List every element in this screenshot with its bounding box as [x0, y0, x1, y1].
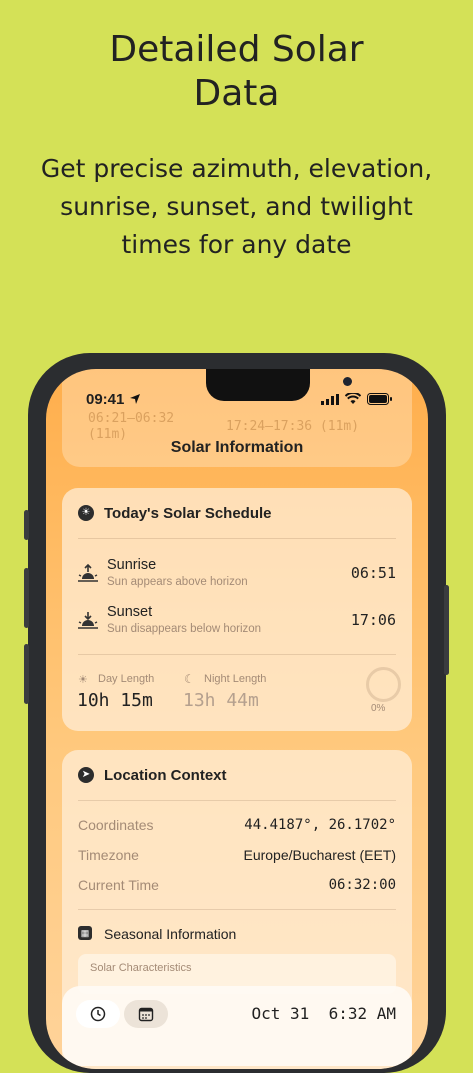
front-camera: [343, 377, 352, 386]
day-progress-ring: [366, 667, 401, 702]
calendar-badge-icon: ▦: [78, 926, 92, 940]
location-arrow-icon: [129, 394, 140, 404]
page-title: Solar Information: [170, 439, 304, 456]
current-time-label: Current Time: [78, 877, 159, 893]
promo-subline: Get precise azimuth, elevation, sunrise,…: [40, 154, 433, 259]
date-time-display[interactable]: Oct 31 6:32 AM: [252, 1004, 397, 1023]
sun-badge-icon: ☀: [78, 505, 94, 521]
night-length-label: Night Length: [204, 673, 267, 685]
timezone-label: Timezone: [78, 847, 139, 863]
day-length-value: 10h 15m: [77, 690, 153, 711]
day-progress-label: 0%: [371, 703, 386, 714]
current-time-value: 06:32:00: [328, 877, 396, 893]
event-time: 17:06: [350, 611, 396, 629]
schedule-title: Today's Solar Schedule: [104, 505, 272, 522]
divider: [78, 909, 396, 910]
sun-small-icon: ☀: [78, 674, 88, 686]
status-time: 09:41: [86, 391, 141, 408]
divider: [78, 800, 396, 801]
notch: [206, 369, 352, 401]
seasonal-title: Seasonal Information: [104, 926, 237, 942]
event-description: Sun disappears below horizon: [107, 623, 262, 635]
coordinates-label: Coordinates: [78, 817, 154, 833]
coordinates-value: 44.4187°, 26.1702°: [244, 817, 396, 833]
moon-icon: ☾: [184, 672, 195, 686]
calendar-icon: [138, 1007, 154, 1022]
location-arrow-badge-icon: ➤: [78, 767, 94, 783]
divider: [78, 538, 396, 539]
sunrise-icon: [78, 563, 98, 582]
location-title: Location Context: [104, 767, 227, 784]
volume-down-button: [24, 644, 29, 704]
day-length-label: Day Length: [98, 673, 155, 685]
event-name: Sunset: [107, 604, 153, 620]
event-time: 06:51: [350, 564, 396, 582]
promo-headline: Detailed Solar Data: [109, 29, 364, 114]
status-icons: [321, 393, 392, 405]
wifi-icon: [345, 393, 361, 404]
ghost-right-times: 17:24–17:36 (11m): [226, 419, 360, 434]
cellular-signal-icon: [321, 393, 339, 405]
event-name: Sunrise: [107, 557, 157, 573]
timezone-value: Europe/Bucharest (EET): [243, 847, 396, 863]
event-description: Sun appears above horizon: [107, 576, 248, 588]
seasonal-subtitle: Solar Characteristics: [90, 962, 192, 974]
mute-switch: [24, 510, 29, 540]
power-button: [444, 585, 449, 675]
clock-icon: [90, 1006, 106, 1022]
volume-up-button: [24, 568, 29, 628]
solar-schedule-card: ☀ Today's Solar Schedule Sunrise Sun app…: [62, 488, 412, 731]
night-length-value: 13h 44m: [183, 690, 259, 711]
app-screen: 06:21–06:32 (11m) 17:24–17:36 (11m) 09:4…: [46, 369, 428, 1069]
bottom-control-bar: Oct 31 6:32 AM: [62, 986, 412, 1066]
divider: [78, 654, 396, 655]
battery-icon: [367, 393, 392, 405]
sunset-icon: [78, 612, 98, 629]
